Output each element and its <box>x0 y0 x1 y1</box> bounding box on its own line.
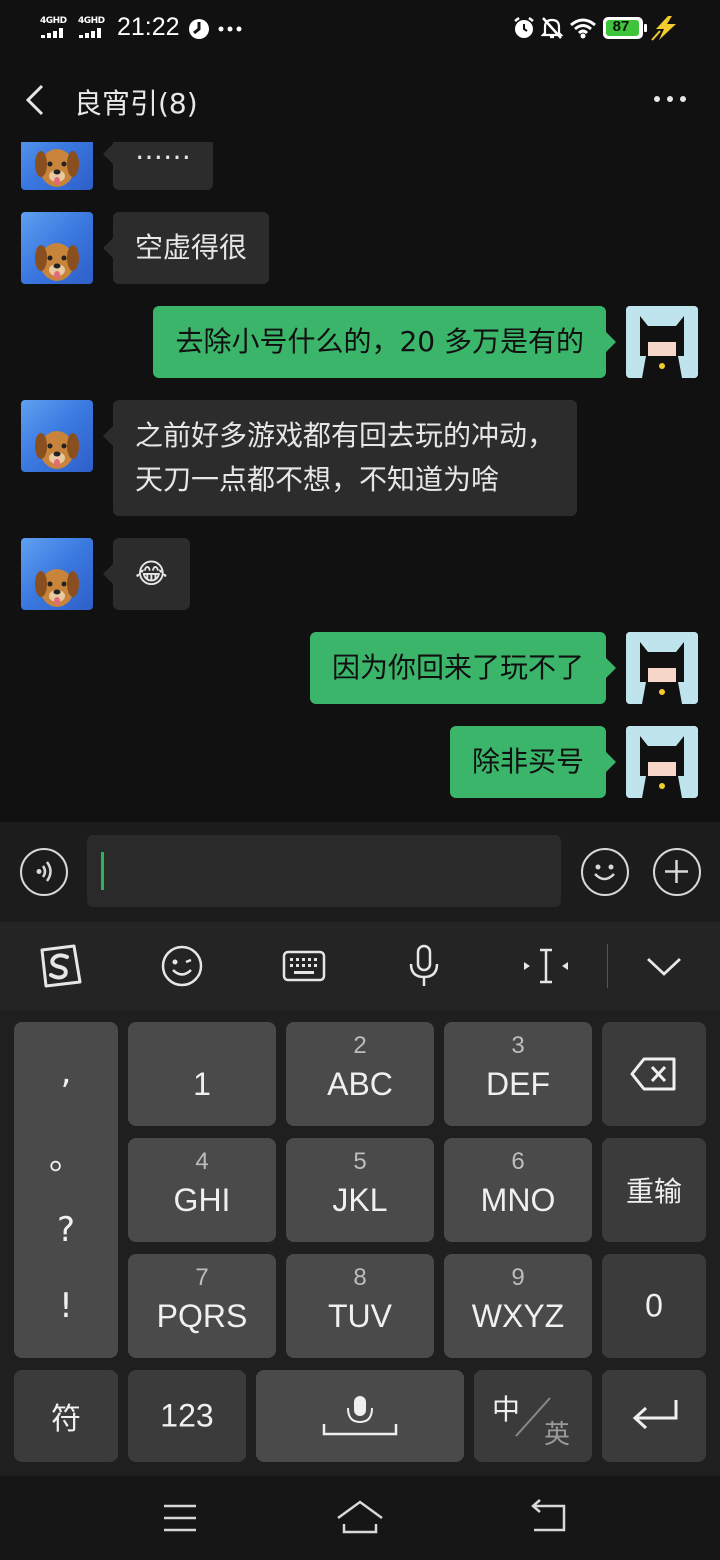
plus-icon <box>665 860 688 883</box>
message-input[interactable] <box>87 835 561 907</box>
keyboard-toolbar <box>0 922 720 1010</box>
symbol-key[interactable]: 符 <box>14 1370 118 1462</box>
sogou-button[interactable] <box>36 942 84 990</box>
message-bubble[interactable]: 空虚得很 <box>102 212 270 284</box>
menu-icon <box>164 1504 196 1532</box>
punct-period[interactable]: 。 <box>14 1130 118 1179</box>
status-bar: 4GHD 4GHD 21:22 87 <box>0 0 720 56</box>
message-bubble[interactable]: 之前好多游戏都有回去玩的冲动， 天刀一点都不想，不知道为啥 <box>102 400 578 516</box>
t9-keyboard: , 。 ? ! 1 2 ABC 3 DEF 4 GHI 5 JKL 6 MNO … <box>0 1010 720 1476</box>
message-bubble[interactable]: 去除小号什么的，20 多万是有的 <box>153 306 616 378</box>
hide-keyboard-button[interactable] <box>640 942 688 990</box>
more-options-button[interactable] <box>650 90 690 110</box>
cursor-move-icon <box>524 948 568 984</box>
keyboard-icon <box>282 950 326 982</box>
punct-exclaim[interactable]: ! <box>14 1286 118 1326</box>
key-6-mno[interactable]: 6 MNO <box>444 1138 592 1242</box>
collapse-keyboard-icon <box>647 957 681 976</box>
key-8-tuv[interactable]: 8 TUV <box>286 1254 434 1358</box>
signal-icon: 4GHD <box>40 16 70 38</box>
battery-icon: 87 <box>603 17 647 39</box>
emoji-icon <box>594 864 615 881</box>
battery-level: 87 <box>612 18 630 35</box>
avatar[interactable] <box>626 306 698 378</box>
backspace-key[interactable] <box>602 1022 706 1126</box>
signal-icon: 4GHD <box>78 16 108 38</box>
cursor-control-button[interactable] <box>522 942 570 990</box>
dog-avatar-icon <box>35 149 79 187</box>
keyboard-emoji-button[interactable] <box>158 942 206 990</box>
message-bubble[interactable]: …… <box>103 142 213 190</box>
dog-avatar-icon <box>35 569 79 607</box>
network-type-label: 4GHD <box>78 16 105 26</box>
back-button[interactable] <box>18 80 54 120</box>
emoji-button[interactable] <box>581 848 629 896</box>
more-dots-icon <box>654 96 660 102</box>
key-4-ghi[interactable]: 4 GHI <box>128 1138 276 1242</box>
more-dots-icon <box>218 26 242 32</box>
home-button[interactable] <box>336 1498 384 1538</box>
avatar[interactable] <box>626 632 698 704</box>
enter-icon <box>632 1400 678 1430</box>
key-2-abc[interactable]: 2 ABC <box>286 1022 434 1126</box>
key-9-wxyz[interactable]: 9 WXYZ <box>444 1254 592 1358</box>
navigation-bar <box>0 1476 720 1560</box>
avatar[interactable] <box>21 538 93 610</box>
enter-key[interactable] <box>602 1370 706 1462</box>
batman-avatar-icon <box>626 726 698 798</box>
mute-icon <box>541 17 563 39</box>
message-list[interactable]: …… 空虚得很 去除小号什么的，20 多万是有的 之前好多游戏都有回去玩的冲动，… <box>0 142 720 822</box>
input-bar <box>0 822 720 922</box>
back-icon <box>531 1499 566 1532</box>
key-3-def[interactable]: 3 DEF <box>444 1022 592 1126</box>
voice-button[interactable] <box>20 848 68 896</box>
chevron-left-icon <box>25 84 44 116</box>
message-bubble[interactable]: 除非买号 <box>449 726 617 798</box>
chat-title: 良宵引(8) <box>74 87 198 120</box>
voice-input-button[interactable] <box>400 942 448 990</box>
avatar[interactable] <box>21 400 93 472</box>
batman-avatar-icon <box>626 306 698 378</box>
lang-en-label: 英 <box>544 1420 571 1450</box>
avatar[interactable] <box>21 142 93 190</box>
back-nav-button[interactable] <box>524 1498 572 1538</box>
charging-icon <box>651 16 676 41</box>
alarm-icon <box>514 17 534 38</box>
key-7-pqrs[interactable]: 7 PQRS <box>128 1254 276 1358</box>
batman-avatar-icon <box>626 632 698 704</box>
clock: 21:22 <box>117 13 180 41</box>
punctuation-column[interactable]: , 。 ? ! <box>14 1022 118 1358</box>
reenter-key[interactable]: 重输 <box>602 1138 706 1242</box>
avatar[interactable] <box>21 212 93 284</box>
voice-icon <box>36 861 52 882</box>
chat-header: 良宵引(8) <box>0 56 720 142</box>
punct-comma[interactable]: , <box>14 1052 118 1092</box>
menu-button[interactable] <box>156 1498 204 1538</box>
dog-avatar-icon <box>35 243 79 281</box>
language-switch-key[interactable]: 中 英 <box>474 1370 592 1462</box>
message-bubble[interactable]: 😂 <box>103 538 190 610</box>
emoji-icon <box>161 945 203 987</box>
space-key[interactable] <box>256 1370 464 1462</box>
network-type-label: 4GHD <box>40 16 67 26</box>
add-button[interactable] <box>653 848 701 896</box>
data-saver-icon <box>189 19 209 39</box>
dog-avatar-icon <box>35 431 79 469</box>
text-cursor <box>101 852 104 890</box>
avatar[interactable] <box>626 726 698 798</box>
backspace-icon <box>630 1057 676 1091</box>
space-mic-icon <box>322 1396 398 1436</box>
sogou-logo-icon <box>40 944 82 988</box>
wifi-icon <box>570 18 596 39</box>
punct-question[interactable]: ? <box>14 1210 118 1250</box>
numeric-key[interactable]: 123 <box>128 1370 246 1462</box>
microphone-icon <box>409 944 439 986</box>
toolbar-divider <box>607 944 608 988</box>
key-1[interactable]: 1 <box>128 1022 276 1126</box>
key-0[interactable]: 0 <box>602 1254 706 1358</box>
home-icon <box>337 1500 383 1534</box>
keyboard-layout-button[interactable] <box>280 942 328 990</box>
message-bubble[interactable]: 因为你回来了玩不了 <box>309 632 617 704</box>
key-5-jkl[interactable]: 5 JKL <box>286 1138 434 1242</box>
